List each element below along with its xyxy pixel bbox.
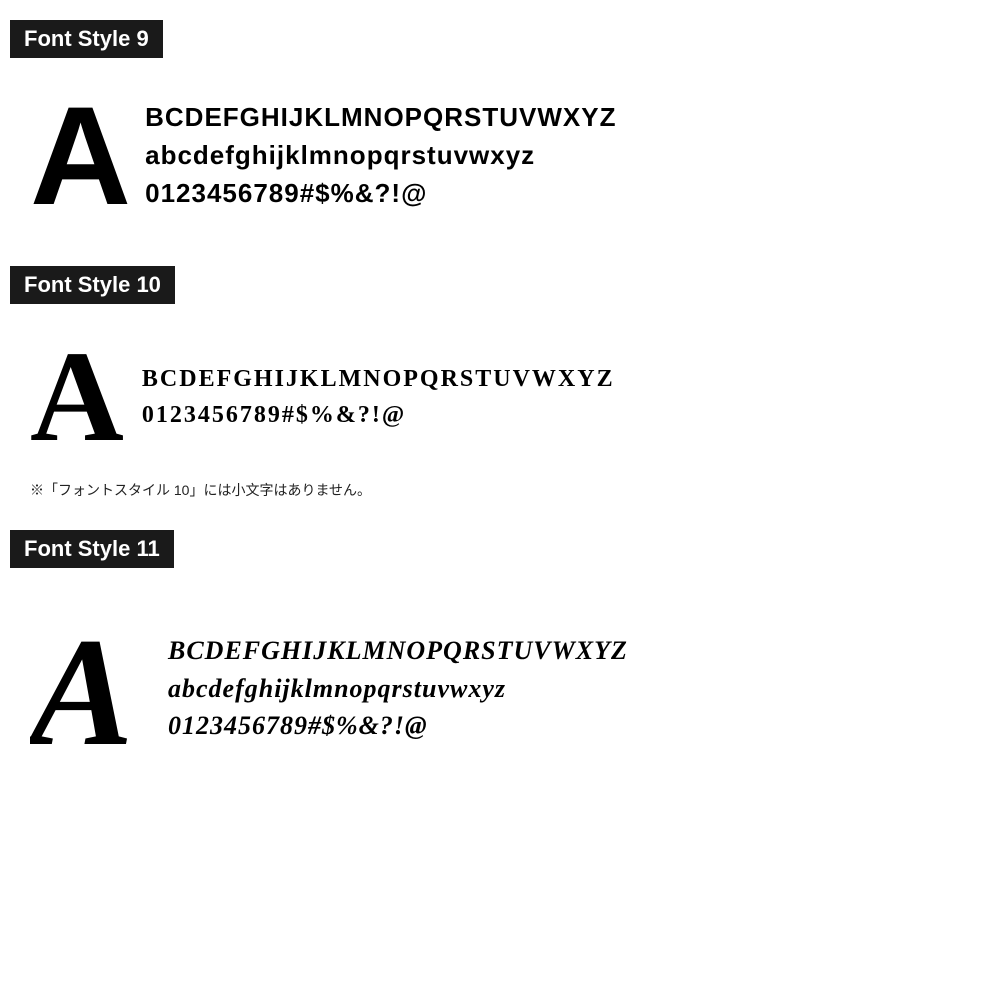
page: Font Style 9 A BCDEFGHIJKLMNOPQRSTUVWXYZ… bbox=[0, 0, 1000, 1000]
font-style-11-line1: BCDEFGHIJKLMNOPQRSTUVWXYZ bbox=[168, 632, 628, 670]
font-style-10-line2: 0123456789#$%&?!@ bbox=[142, 397, 615, 433]
font-style-11-label: Font Style 11 bbox=[10, 530, 174, 568]
font-style-10-demo: A BCDEFGHIJKLMNOPQRSTUVWXYZ 0123456789#$… bbox=[10, 322, 990, 472]
font-style-9-demo: A BCDEFGHIJKLMNOPQRSTUVWXYZ abcdefghijkl… bbox=[10, 76, 990, 236]
font-style-10-chars: BCDEFGHIJKLMNOPQRSTUVWXYZ 0123456789#$%&… bbox=[142, 361, 615, 433]
font-style-11-demo: A BCDEFGHIJKLMNOPQRSTUVWXYZ abcdefghijkl… bbox=[10, 586, 990, 791]
font-style-10-line1: BCDEFGHIJKLMNOPQRSTUVWXYZ bbox=[142, 361, 615, 397]
font-style-9-label: Font Style 9 bbox=[10, 20, 163, 58]
font-style-9-line1: BCDEFGHIJKLMNOPQRSTUVWXYZ bbox=[145, 99, 616, 137]
font-style-11-section: Font Style 11 A BCDEFGHIJKLMNOPQRSTUVWXY… bbox=[10, 530, 990, 791]
font-style-11-chars: BCDEFGHIJKLMNOPQRSTUVWXYZ abcdefghijklmn… bbox=[168, 632, 628, 745]
style11-A-svg: A bbox=[30, 596, 150, 756]
font-style-10-section: Font Style 10 A BCDEFGHIJKLMNOPQRSTUVWXY… bbox=[10, 266, 990, 500]
font-style-9-line2: abcdefghijklmnopqrstuvwxyz bbox=[145, 137, 616, 175]
font-style-11-line3: 0123456789#$%&?!@ bbox=[168, 707, 628, 745]
font-style-9-big-letter: A bbox=[30, 86, 127, 226]
font-style-10-note: ※「フォントスタイル 10」には小文字はありません。 bbox=[10, 480, 990, 500]
font-style-9-chars: BCDEFGHIJKLMNOPQRSTUVWXYZ abcdefghijklmn… bbox=[145, 99, 616, 212]
font-style-10-label: Font Style 10 bbox=[10, 266, 175, 304]
svg-text:A: A bbox=[30, 606, 133, 756]
font-style-11-big-letter: A bbox=[30, 596, 150, 781]
font-style-9-line3: 0123456789#$%&?!@ bbox=[145, 175, 616, 213]
font-style-11-line2: abcdefghijklmnopqrstuvwxyz bbox=[168, 670, 628, 708]
font-style-10-big-letter: A bbox=[30, 332, 124, 462]
font-style-9-section: Font Style 9 A BCDEFGHIJKLMNOPQRSTUVWXYZ… bbox=[10, 20, 990, 236]
